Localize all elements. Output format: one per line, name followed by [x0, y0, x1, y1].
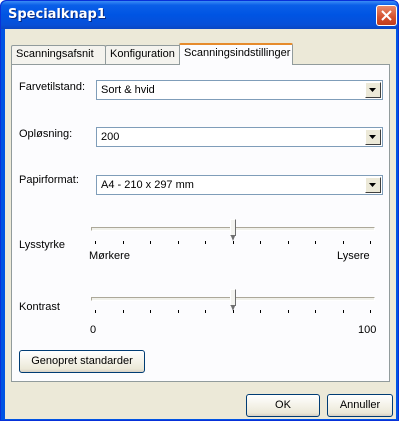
slider-tick	[205, 241, 206, 244]
close-button[interactable]	[376, 5, 397, 26]
slider-tick	[123, 310, 124, 313]
chevron-down-icon	[369, 135, 376, 139]
tab-scanningsindstillinger[interactable]: Scanningsindstillinger	[179, 43, 293, 65]
slider-tick	[370, 241, 371, 244]
title-bar[interactable]: Specialknap1	[1, 1, 398, 29]
slider-tick	[150, 310, 151, 313]
paper-size-label: Papirformat:	[19, 174, 79, 186]
slider-tick	[288, 241, 289, 244]
dropdown-button[interactable]	[365, 177, 381, 193]
slider-tick	[288, 310, 289, 313]
settings-panel: Farvetilstand: Sort & hvid Opløsning: 20…	[11, 64, 390, 382]
brightness-slider-thumb[interactable]	[230, 219, 236, 241]
color-mode-label: Farvetilstand:	[19, 81, 86, 93]
slider-tick	[260, 241, 261, 244]
restore-defaults-button[interactable]: Genopret standarder	[19, 350, 145, 373]
resolution-value: 200	[101, 131, 120, 143]
chevron-down-icon	[369, 88, 376, 92]
cancel-button[interactable]: Annuller	[327, 394, 393, 417]
color-mode-value: Sort & hvid	[101, 84, 155, 96]
brightness-min-label: Mørkere	[89, 250, 130, 262]
contrast-min-label: 0	[90, 324, 97, 336]
slider-tick	[178, 241, 179, 244]
contrast-max-label: 100	[358, 324, 377, 336]
contrast-slider-thumb[interactable]	[230, 289, 236, 311]
ok-label: OK	[275, 399, 291, 411]
slider-tick	[233, 241, 234, 244]
ok-button[interactable]: OK	[246, 394, 320, 417]
resolution-label: Opløsning:	[19, 128, 73, 140]
close-icon	[381, 10, 392, 21]
dropdown-button[interactable]	[365, 82, 381, 98]
paper-size-select[interactable]: A4 - 210 x 297 mm	[96, 175, 383, 195]
brightness-ticks	[95, 241, 371, 245]
dialog-body: Scanningsafsnit Konfiguration Scanningsi…	[5, 29, 396, 419]
resolution-select[interactable]: 200	[96, 127, 383, 147]
slider-tick	[205, 310, 206, 313]
slider-tick	[315, 310, 316, 313]
slider-tick	[95, 241, 96, 244]
brightness-max-label: Lysere	[337, 250, 370, 262]
slider-tick	[123, 241, 124, 244]
paper-size-value: A4 - 210 x 297 mm	[101, 179, 194, 191]
slider-tick	[178, 310, 179, 313]
dropdown-button[interactable]	[365, 129, 381, 145]
chevron-down-icon	[369, 183, 376, 187]
tab-label: Scanningsindstillinger	[184, 47, 291, 59]
contrast-ticks	[95, 310, 371, 314]
restore-defaults-label: Genopret standarder	[31, 355, 133, 367]
slider-tick	[343, 310, 344, 313]
slider-tick	[150, 241, 151, 244]
slider-tick	[95, 310, 96, 313]
slider-tick	[343, 241, 344, 244]
slider-tick	[260, 310, 261, 313]
dialog-window: Specialknap1 Scanningsafsnit Konfigurati…	[0, 0, 399, 421]
contrast-label: Kontrast	[19, 301, 60, 313]
tab-label: Scanningsafsnit	[16, 48, 94, 60]
tab-konfiguration[interactable]: Konfiguration	[105, 45, 181, 64]
window-title: Specialknap1	[8, 7, 106, 22]
tab-scanningsafsnit[interactable]: Scanningsafsnit	[11, 45, 106, 64]
tab-label: Konfiguration	[110, 48, 175, 60]
brightness-label: Lysstyrke	[19, 239, 66, 251]
slider-tick	[233, 310, 234, 313]
slider-tick	[315, 241, 316, 244]
cancel-label: Annuller	[339, 399, 381, 411]
color-mode-select[interactable]: Sort & hvid	[96, 80, 383, 100]
slider-tick	[370, 310, 371, 313]
